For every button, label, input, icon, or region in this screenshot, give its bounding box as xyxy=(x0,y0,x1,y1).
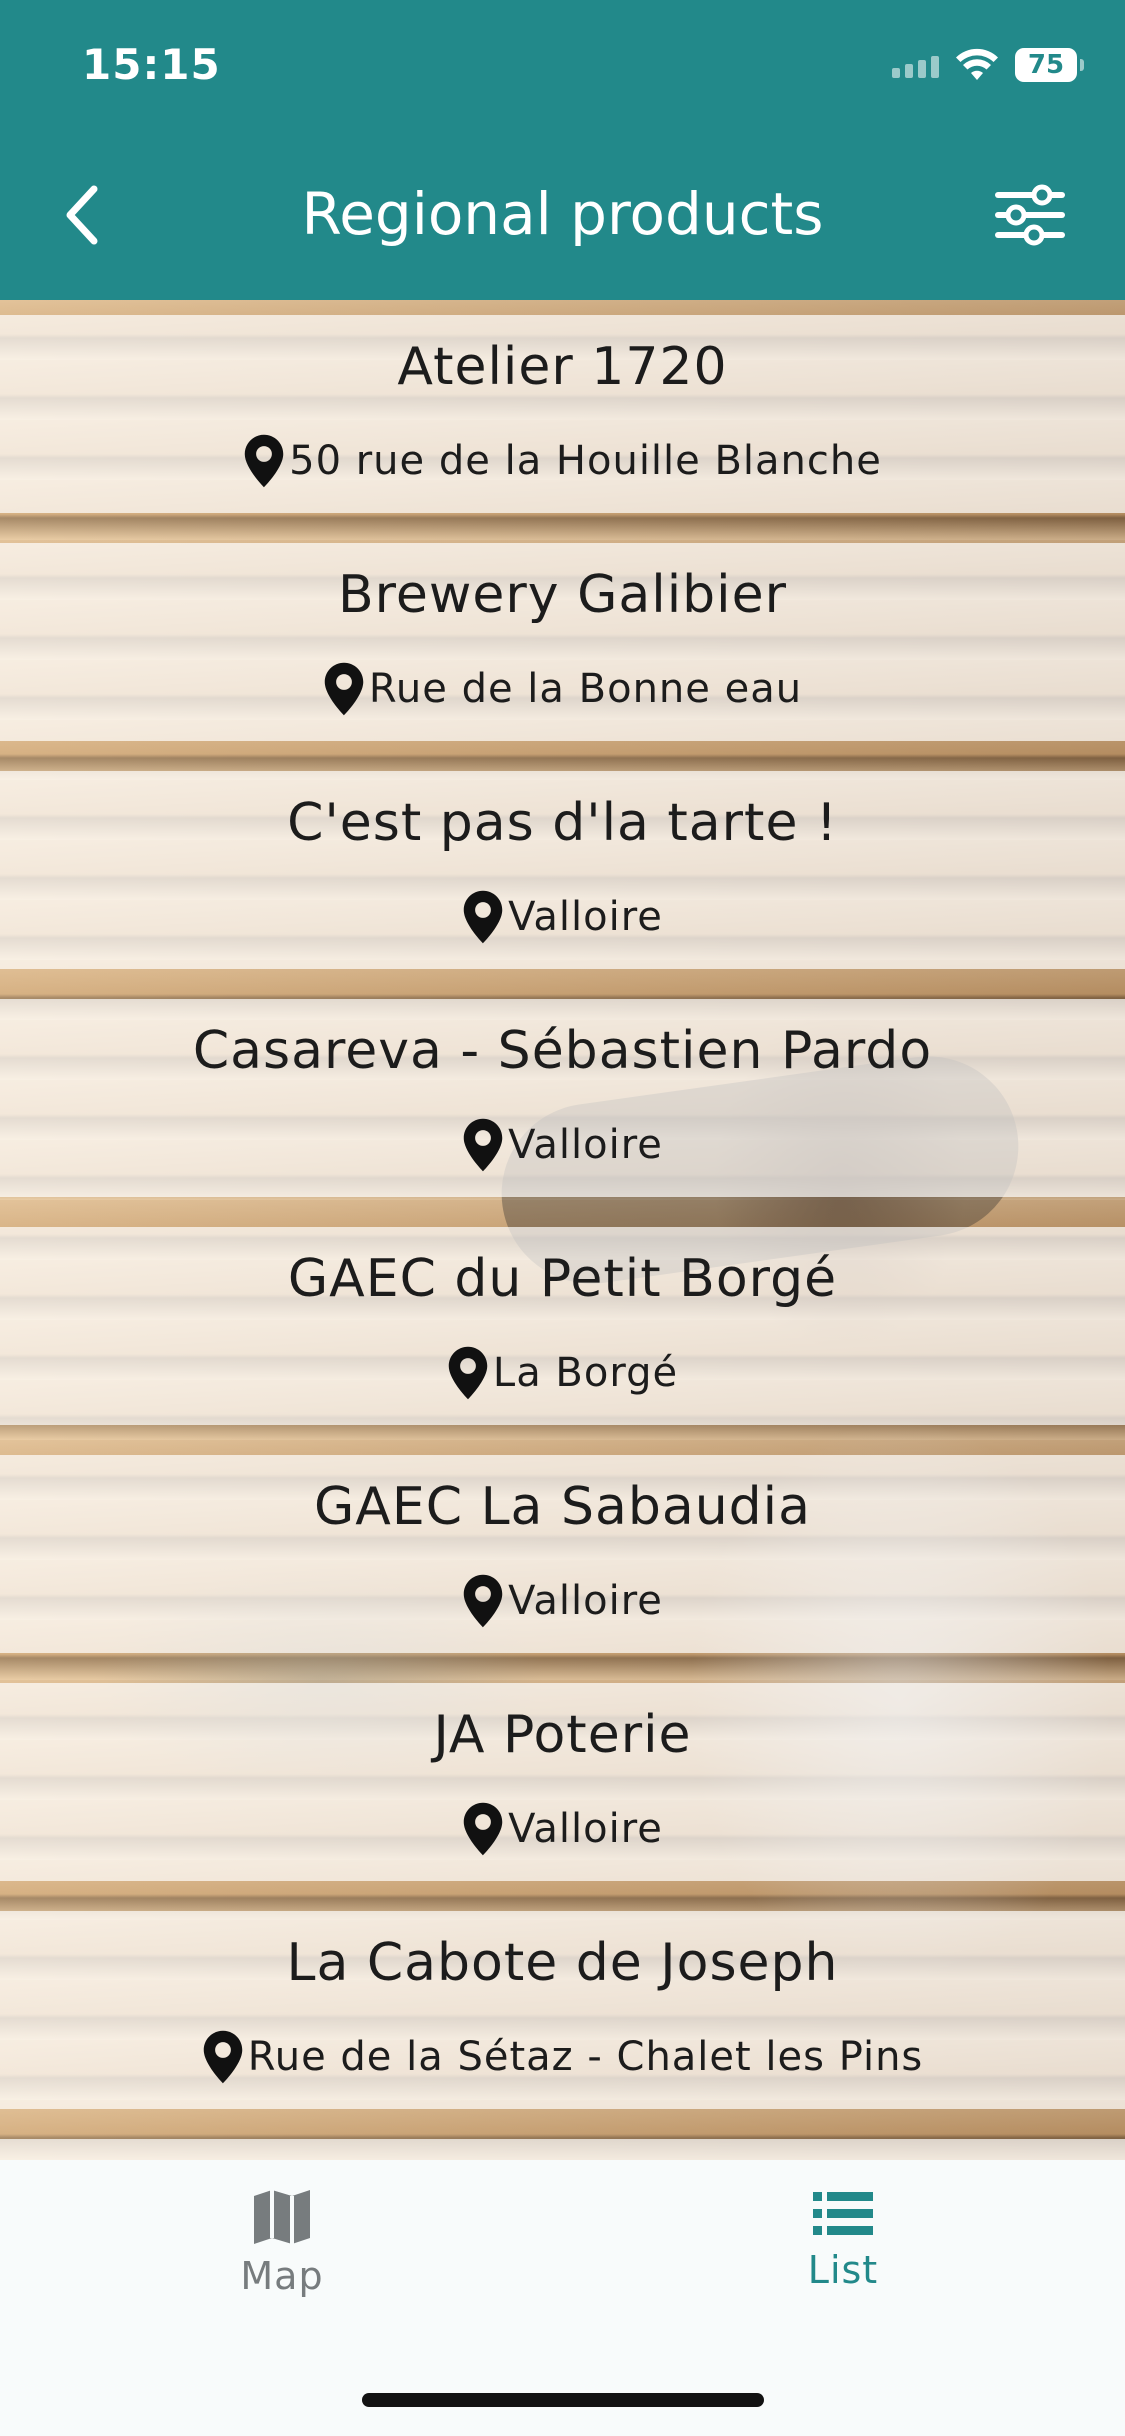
location-pin-icon xyxy=(463,1574,503,1628)
item-address: Valloire xyxy=(508,1578,663,1624)
list-icon xyxy=(813,2192,873,2235)
item-address: Rue de la Sétaz - Chalet les Pins xyxy=(247,2034,924,2080)
status-icons: 75 xyxy=(892,48,1084,82)
sliders-icon xyxy=(995,184,1065,246)
item-address-row: Rue de la Bonne eau xyxy=(0,661,1125,717)
home-indicator xyxy=(362,2393,764,2407)
item-name: Brewery Galibier xyxy=(338,565,787,625)
map-icon xyxy=(254,2190,310,2244)
location-pin-icon xyxy=(203,2030,242,2084)
tab-map-label: Map xyxy=(240,2254,324,2298)
location-pin-icon xyxy=(463,1118,503,1172)
item-address: La Borgé xyxy=(492,1350,679,1396)
location-pin-icon xyxy=(244,434,284,488)
item-name: GAEC La Sabaudia xyxy=(314,1477,811,1537)
list-item[interactable]: C'est pas d'la tarte ! Valloire xyxy=(0,771,1125,969)
tab-list[interactable]: List xyxy=(718,2188,968,2338)
item-name: GAEC du Petit Borgé xyxy=(287,1249,838,1309)
wifi-icon xyxy=(956,48,998,80)
location-pin-icon xyxy=(463,890,503,944)
item-name: JA Poterie xyxy=(433,1705,692,1765)
item-address: Rue de la Bonne eau xyxy=(368,666,803,712)
item-address-row: Valloire xyxy=(0,1573,1125,1629)
header: 15:15 75 Regional products xyxy=(0,0,1125,300)
location-pin-icon xyxy=(324,662,364,716)
item-name: La Cabote de Joseph xyxy=(286,1933,839,1993)
page-title: Regional products xyxy=(301,180,824,248)
item-address: Valloire xyxy=(508,894,663,940)
list-item[interactable]: La Cabote de Joseph Rue de la Sétaz - Ch… xyxy=(0,1911,1125,2109)
tab-list-label: List xyxy=(807,2248,879,2292)
item-address-row: Rue de la Sétaz - Chalet les Pins xyxy=(0,2029,1125,2085)
item-address: Valloire xyxy=(508,1806,663,1852)
status-time: 15:15 xyxy=(82,40,221,89)
item-address: 50 rue de la Houille Blanche xyxy=(289,438,882,484)
list-item[interactable]: Brewery Galibier Rue de la Bonne eau xyxy=(0,543,1125,741)
item-address-row: 50 rue de la Houille Blanche xyxy=(0,433,1125,489)
list-item[interactable]: GAEC du Petit Borgé La Borgé xyxy=(0,1227,1125,1425)
item-name: C'est pas d'la tarte ! xyxy=(287,793,838,853)
item-address-row: Valloire xyxy=(0,1801,1125,1857)
cellular-signal-icon xyxy=(892,52,939,78)
list-item[interactable]: GAEC La Sabaudia Valloire xyxy=(0,1455,1125,1653)
item-address-row: La Borgé xyxy=(0,1345,1125,1401)
list-item[interactable]: Casareva - Sébastien Pardo Valloire xyxy=(0,999,1125,1197)
item-address-row: Valloire xyxy=(0,1117,1125,1173)
item-name: Casareva - Sébastien Pardo xyxy=(192,1021,933,1081)
item-address: Valloire xyxy=(508,1122,663,1168)
item-name: Atelier 1720 xyxy=(397,337,728,397)
list-item[interactable]: JA Poterie Valloire xyxy=(0,1683,1125,1881)
item-address-row: Valloire xyxy=(0,889,1125,945)
chevron-left-icon xyxy=(66,185,98,245)
tab-map[interactable]: Map xyxy=(157,2188,407,2338)
location-pin-icon xyxy=(463,1802,503,1856)
app-screen: 15:15 75 Regional products Atelier 1720 … xyxy=(0,0,1125,2436)
location-pin-icon xyxy=(448,1346,488,1400)
filter-button[interactable] xyxy=(990,180,1070,250)
battery-icon: 75 xyxy=(1015,48,1084,82)
list-item[interactable]: Atelier 1720 50 rue de la Houille Blanch… xyxy=(0,315,1125,513)
back-button[interactable] xyxy=(50,175,114,255)
